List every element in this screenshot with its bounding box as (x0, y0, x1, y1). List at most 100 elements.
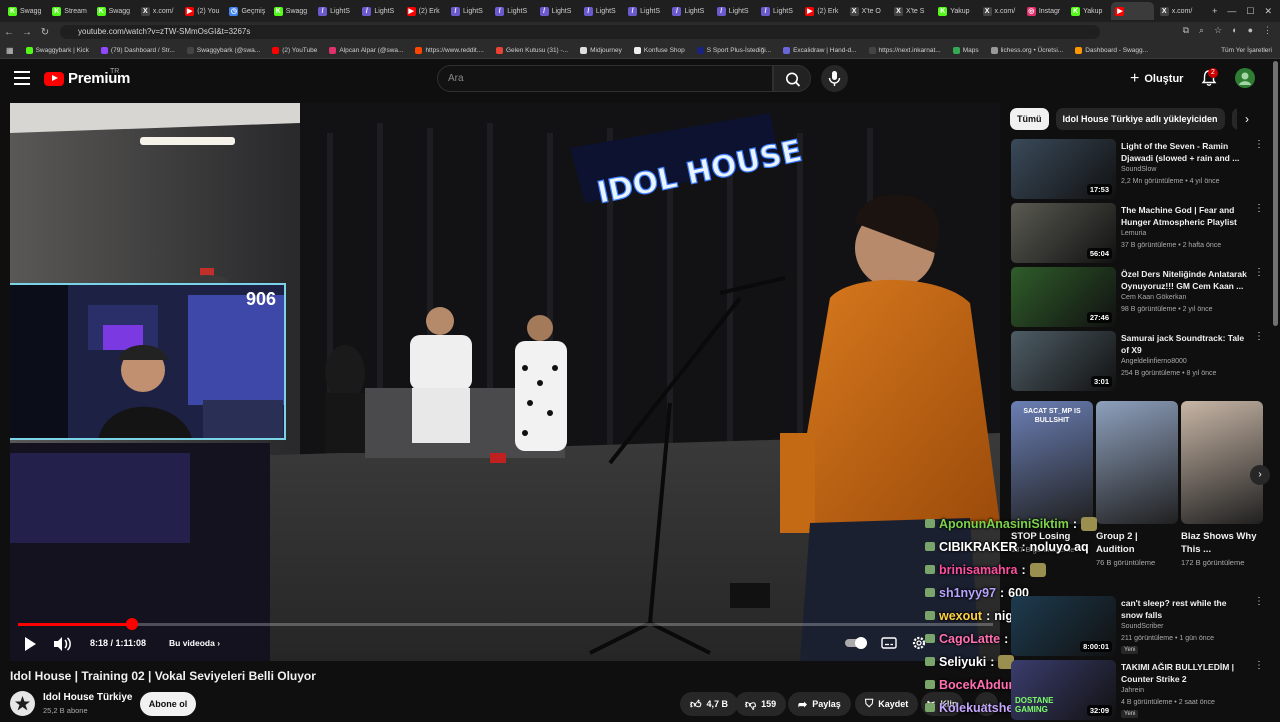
browser-tab[interactable]: / LightS (580, 2, 623, 20)
install-icon[interactable]: ⧉ (1183, 25, 1189, 36)
bookmark-item[interactable]: Maps (952, 46, 979, 54)
bookmark-item[interactable]: https://www.reddit.... (415, 46, 484, 54)
bookmark-item[interactable]: (79) Dashboard / Str... (100, 46, 175, 54)
recommendation-item[interactable]: 27:46 Özel Ders Niteliğinde Anlatarak Oyn… (1011, 267, 1266, 329)
recommendation-title[interactable]: Özel Ders Niteliğinde Anlatarak Oynuyoru… (1121, 268, 1249, 292)
forward-icon[interactable]: → (18, 27, 36, 38)
play-icon[interactable] (22, 636, 38, 652)
recommendation-item[interactable]: 17:53 Light of the Seven - Ramin Djawadi … (1011, 139, 1266, 201)
short-item[interactable]: Blaz Shows Why This ... 172 B görüntüleme (1181, 401, 1263, 567)
browser-tab[interactable]: / LightS (447, 2, 490, 20)
zoom-icon[interactable]: ⌕ (1199, 25, 1204, 36)
bookmark-item[interactable]: https://next.inkarnat... (868, 46, 941, 54)
chapter-button[interactable]: Bu videoda › (169, 638, 220, 648)
browser-tab[interactable]: K Swagg (270, 2, 313, 20)
video-thumbnail[interactable]: 27:46 (1011, 267, 1116, 327)
bookmark-item[interactable]: Konfuse Shop (633, 46, 685, 54)
recommendation-channel[interactable]: Angeldelinfierno8000 (1121, 358, 1187, 365)
browser-tab[interactable]: / LightS (757, 2, 800, 20)
browser-tab[interactable]: K Yakup (934, 2, 977, 20)
volume-icon[interactable] (52, 636, 72, 652)
autoplay-toggle[interactable] (845, 637, 867, 649)
browser-menu-icon[interactable]: ⋮ (1263, 25, 1272, 36)
subtitles-icon[interactable] (881, 637, 897, 649)
apps-icon[interactable]: ▦ (6, 46, 14, 55)
hamburger-menu-icon[interactable] (14, 71, 30, 85)
browser-tab[interactable]: ▶ (2) Erk (801, 2, 844, 20)
page-scrollbar[interactable] (1273, 61, 1278, 326)
browser-tab[interactable]: ◎ Instagr (1023, 2, 1066, 20)
browser-tab[interactable]: K Yakup (1067, 2, 1110, 20)
video-player[interactable]: IDOL HOUSE 906 (10, 103, 1000, 661)
close-window-icon[interactable]: ✕ (1264, 6, 1272, 17)
more-vertical-icon[interactable]: ⋮ (1254, 267, 1264, 278)
bookmark-item[interactable]: S Sport Plus-İstediği... (696, 46, 771, 54)
bookmark-star-icon[interactable]: ☆ (1214, 25, 1222, 36)
browser-tab[interactable]: / LightS (536, 2, 579, 20)
bookmark-item[interactable]: Dashboard - Swagg... (1075, 46, 1148, 54)
bookmark-item[interactable]: Swaggybark | Kick (25, 46, 89, 54)
create-button[interactable]: + Oluştur (1130, 70, 1183, 88)
browser-tab[interactable]: X X'te O (846, 2, 889, 20)
bookmark-item[interactable]: Midjourney (580, 46, 622, 54)
browser-tab[interactable]: ▶ (1111, 2, 1155, 20)
browser-tab[interactable]: / LightS (491, 2, 534, 20)
search-button[interactable] (773, 65, 811, 92)
recommendation-channel[interactable]: Cem Kaan Gökerkan (1121, 294, 1186, 301)
chips-next-chevron-icon[interactable]: › (1237, 108, 1257, 130)
browser-tab[interactable]: ◷ Geçmiş (225, 2, 268, 20)
recommendation-channel[interactable]: Lemuria (1121, 230, 1146, 237)
channel-name[interactable]: Idol House Türkiye (43, 692, 132, 703)
progress-bar[interactable] (18, 623, 993, 626)
bookmark-item[interactable]: Gelen Kutusu (31) -... (495, 46, 568, 54)
browser-tab[interactable]: / LightS (358, 2, 401, 20)
search-input[interactable]: Ara (437, 65, 773, 92)
browser-tab[interactable]: / LightS (624, 2, 667, 20)
share-button[interactable]: ➦ Paylaş (788, 692, 851, 716)
minimize-icon[interactable]: — (1227, 6, 1236, 16)
filter-chip[interactable]: Tümü (1010, 108, 1049, 130)
bookmark-item[interactable]: (2) YouTube (272, 46, 317, 54)
video-thumbnail[interactable]: 56:04 (1011, 203, 1116, 263)
progress-scrubber[interactable] (126, 618, 138, 630)
voice-search-button[interactable] (821, 65, 848, 92)
channel-avatar[interactable] (10, 691, 35, 716)
maximize-icon[interactable]: ☐ (1246, 6, 1254, 17)
more-vertical-icon[interactable]: ⋮ (1254, 331, 1264, 342)
account-avatar[interactable] (1235, 68, 1255, 88)
bookmark-item[interactable]: Excalidraw | Hand-d... (783, 46, 857, 54)
extension-icon[interactable]: ◐ (1232, 25, 1237, 36)
browser-tab[interactable]: ▶ (2) You (181, 2, 224, 20)
recommendation-title[interactable]: The Machine God | Fear and Hunger Atmosp… (1121, 204, 1249, 228)
recommendation-item[interactable]: 8:00:01 can't sleep? rest while the snow … (1011, 596, 1266, 658)
bookmark-item[interactable]: lichess.org • Ücretsi... (990, 46, 1063, 54)
browser-tab[interactable]: ▶ (2) Erk (403, 2, 446, 20)
video-thumbnail[interactable]: DOSTANE GAMING 32:09 (1011, 660, 1116, 720)
recommendation-channel[interactable]: SoundSlow (1121, 166, 1156, 173)
video-thumbnail[interactable]: 17:53 (1011, 139, 1116, 199)
like-button[interactable]: 👍︎ 4,7 B (680, 692, 739, 716)
all-bookmarks[interactable]: Tüm Yer İşaretleri (1221, 42, 1272, 59)
url-field[interactable]: youtube.com/watch?v=zTW-SMmOsGI&t=3267s (60, 25, 1100, 39)
bookmark-item[interactable]: Alpcan Alpar (@swa... (329, 46, 403, 54)
short-thumbnail[interactable] (1096, 401, 1178, 524)
more-vertical-icon[interactable]: ⋮ (1254, 596, 1264, 607)
browser-tab[interactable]: Xx.com/ (1156, 2, 1199, 20)
browser-tab[interactable]: / LightS (713, 2, 756, 20)
reload-icon[interactable]: ↻ (36, 27, 54, 38)
short-thumbnail[interactable] (1181, 401, 1263, 524)
recommendation-title[interactable]: Light of the Seven - Ramin Djawadi (slow… (1121, 140, 1249, 164)
more-vertical-icon[interactable]: ⋮ (1254, 203, 1264, 214)
short-thumbnail[interactable]: SACAT ST_MP IS BULLSHIT (1011, 401, 1093, 524)
recommendation-channel[interactable]: Jahrein (1121, 687, 1144, 694)
short-title[interactable]: Blaz Shows Why This ... (1181, 530, 1263, 556)
recommendation-title[interactable]: Samurai jack Soundtrack: Tale of X9 (1121, 332, 1249, 356)
new-tab-icon[interactable]: + (1212, 6, 1217, 16)
recommendation-title[interactable]: can't sleep? rest while the snow falls (1121, 597, 1249, 621)
shorts-next-chevron-icon[interactable]: › (1250, 465, 1270, 485)
video-thumbnail[interactable]: 3:01 (1011, 331, 1116, 391)
filter-chip[interactable]: Idol House Türkiye adlı yükleyiciden (1055, 108, 1225, 130)
browser-tab[interactable]: K Stream (48, 2, 91, 20)
profile-icon[interactable]: ● (1248, 25, 1253, 36)
save-button[interactable]: ⛉ Kaydet (855, 692, 919, 716)
